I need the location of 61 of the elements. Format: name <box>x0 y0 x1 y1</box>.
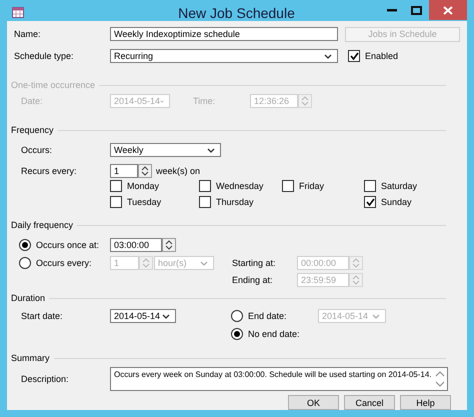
radio-button[interactable] <box>19 257 31 269</box>
window-title: New Job Schedule <box>177 5 295 21</box>
checkbox-label: Monday <box>127 181 160 191</box>
group-title: Daily frequency <box>11 220 74 230</box>
group-title: One-time occurrence <box>11 80 96 90</box>
maximize-icon <box>411 6 422 14</box>
field-label: Occurs: <box>21 145 54 155</box>
checkbox-label: Tuesday <box>127 197 162 207</box>
radio-label: No end date: <box>248 329 300 339</box>
scroll-up-icon[interactable] <box>435 371 445 377</box>
recurs-field[interactable]: 1 <box>110 164 138 178</box>
checkbox[interactable] <box>348 50 360 62</box>
checkbox[interactable] <box>110 196 122 208</box>
dialog-button[interactable]: Help <box>400 395 451 410</box>
occurs-dropdown[interactable]: Weekly <box>110 143 221 157</box>
app-icon <box>12 7 24 18</box>
close-icon <box>443 6 453 14</box>
radio-label: Occurs every: <box>36 258 93 268</box>
radio-button[interactable] <box>231 328 243 340</box>
radio-button[interactable] <box>19 239 31 251</box>
group-title: Duration <box>11 293 46 303</box>
checkbox-label: Friday <box>299 181 324 191</box>
field-label: Recurs every: <box>21 166 78 176</box>
radio-label: End date: <box>248 311 288 321</box>
field-label: Ending at: <box>232 275 274 285</box>
checkbox[interactable] <box>110 180 122 192</box>
field-label: Start date: <box>21 311 64 321</box>
dialog-button[interactable]: Cancel <box>344 395 395 410</box>
description-field[interactable]: Occurs every week on Sunday at 03:00:00. Schedule will be used starting on 2014-05-14. <box>110 367 448 391</box>
time-field[interactable]: 03:00:00 <box>110 238 162 252</box>
checkbox[interactable] <box>199 196 211 208</box>
checkbox[interactable] <box>282 180 294 192</box>
scroll-down-icon[interactable] <box>435 381 445 387</box>
checkbox[interactable] <box>199 180 211 192</box>
checkbox-label: Saturday <box>381 181 418 191</box>
checkbox-label: Wednesday <box>216 181 264 191</box>
checkbox[interactable] <box>364 180 376 192</box>
group-title: Summary <box>11 353 50 363</box>
spinner-icon[interactable] <box>138 164 152 178</box>
field-label: Schedule type: <box>14 51 75 61</box>
unit-label: week(s) on <box>156 166 200 176</box>
checkbox-label: Sunday <box>381 197 412 207</box>
minimize-icon <box>386 8 396 12</box>
start-date-dropdown[interactable]: 2014-05-14 <box>110 309 176 323</box>
field-label: Date: <box>21 96 44 106</box>
checkbox[interactable] <box>364 196 376 208</box>
group-title: Frequency <box>11 125 54 135</box>
checkbox-label: Enabled <box>365 51 398 61</box>
radio-button[interactable] <box>231 310 243 322</box>
radio-label: Occurs once at: <box>36 240 100 250</box>
schedule-type-dropdown[interactable]: Recurring <box>110 49 338 63</box>
field-label: Starting at: <box>232 258 277 268</box>
spinner-icon[interactable] <box>162 238 176 252</box>
field-label: Description: <box>21 374 70 384</box>
field-label: Time: <box>193 96 216 106</box>
description-text: Occurs every week on Sunday at 03:00:00. Schedule will be used starting on 2014-05-14. <box>114 370 433 381</box>
name-field[interactable]: Weekly Indexoptimize schedule <box>110 27 338 41</box>
dialog-button[interactable]: OK <box>288 395 339 410</box>
checkbox-label: Thursday <box>216 197 254 207</box>
field-label: Name: <box>14 29 42 39</box>
close-button[interactable] <box>429 0 467 20</box>
